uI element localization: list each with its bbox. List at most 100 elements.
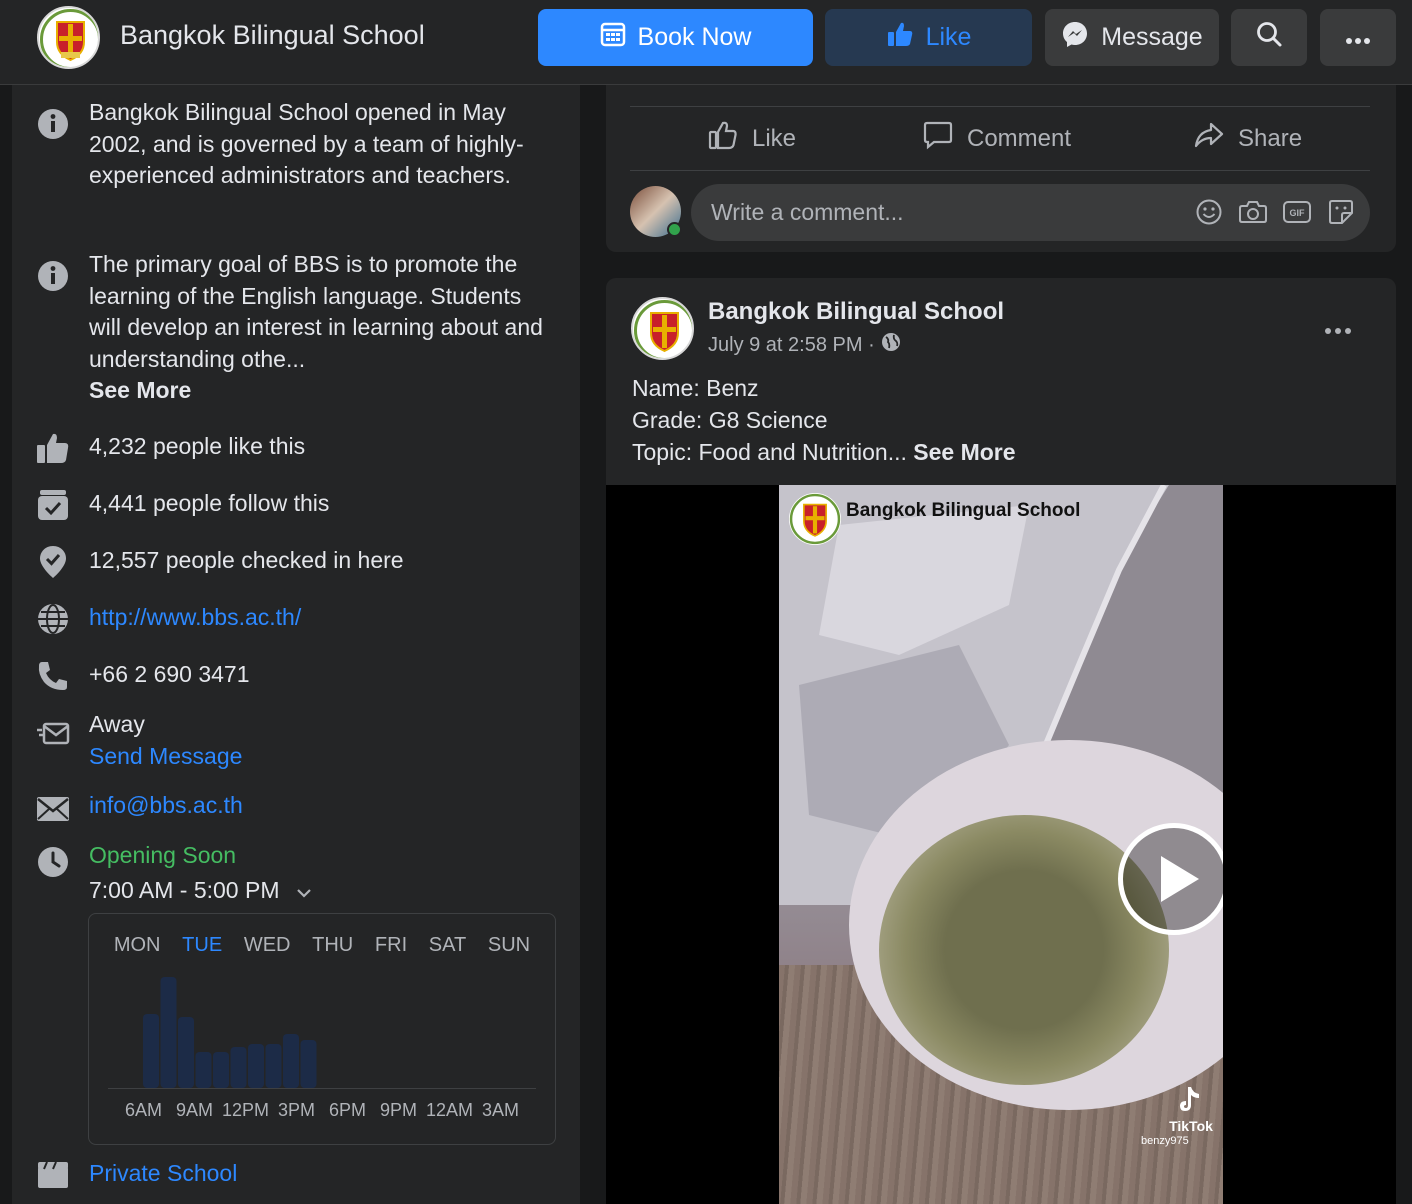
time-label: 3AM <box>481 1100 519 1120</box>
info-icon <box>36 259 70 293</box>
thumbs-up-outline-icon <box>708 120 738 157</box>
video-frame: Bangkok Bilingual School TikTok benzy975 <box>779 485 1223 1204</box>
comment-placeholder: Write a comment... <box>711 199 904 225</box>
see-more-link[interactable]: See More <box>89 377 191 403</box>
comment-bubble-icon <box>923 120 953 157</box>
watermark-logo <box>789 493 841 545</box>
post-line-with-more: Topic: Food and Nutrition... See More <box>632 436 1016 468</box>
location-check-icon <box>36 545 70 579</box>
hours-range: 7:00 AM - 5:00 PM <box>89 876 280 903</box>
info-icon <box>36 107 70 141</box>
checkins-count: 12,557 people checked in here <box>89 547 404 573</box>
emoji-icon[interactable] <box>1194 197 1224 227</box>
comment-input[interactable]: Write a comment... GIF <box>691 184 1370 241</box>
email-link[interactable]: info@bbs.ac.th <box>89 790 549 822</box>
post-author-avatar[interactable] <box>631 297 694 360</box>
see-more-link[interactable]: See More <box>913 439 1015 465</box>
tiktok-icon <box>1177 1087 1205 1118</box>
page-title[interactable]: Bangkok Bilingual School <box>120 20 425 51</box>
post-like-button[interactable]: Like <box>708 120 796 157</box>
thumbs-up-icon <box>886 20 914 55</box>
online-status-dot <box>667 222 682 237</box>
video-watermark-text: Bangkok Bilingual School <box>846 500 1081 521</box>
book-now-button[interactable]: Book Now <box>538 9 813 66</box>
camera-icon[interactable] <box>1238 197 1268 227</box>
popular-times-bar[interactable] <box>230 1047 247 1088</box>
thumbs-up-icon <box>36 431 70 465</box>
divider <box>630 106 1370 107</box>
description-text: Bangkok Bilingual School opened in May 2… <box>89 99 524 188</box>
search-button[interactable] <box>1231 9 1307 66</box>
previous-post-footer: Like Comment Share Write a comment... GI… <box>606 85 1396 252</box>
message-label: Message <box>1101 23 1203 51</box>
post-share-label: Share <box>1238 124 1303 152</box>
time-label: 12PM <box>221 1100 270 1120</box>
school-logo[interactable] <box>37 6 100 69</box>
popular-times-bar[interactable] <box>248 1044 264 1088</box>
category-link[interactable]: Private School <box>89 1158 549 1190</box>
fast-message-icon <box>36 717 70 751</box>
post-like-label: Like <box>752 124 797 152</box>
goal-text-block: The primary goal of BBS is to promote th… <box>89 249 549 407</box>
sticker-icon[interactable] <box>1326 197 1356 227</box>
like-page-label: Like <box>925 23 972 51</box>
popular-times-bar[interactable] <box>283 1034 299 1088</box>
post-line: Name: Benz <box>632 375 759 401</box>
divider <box>630 170 1370 171</box>
opening-status: Opening Soon <box>89 842 237 868</box>
post-options-button[interactable] <box>1324 310 1352 342</box>
post-comment-label: Comment <box>967 124 1072 152</box>
globe-icon <box>36 602 70 636</box>
post-line: Grade: G8 Science <box>632 407 828 433</box>
post-body: Name: Benz Grade: G8 Science Topic: Food… <box>632 372 1016 468</box>
popular-times-bar[interactable] <box>143 1014 159 1088</box>
tiktok-username: benzy975 <box>1141 1135 1189 1147</box>
page-header: Bangkok Bilingual School Book Now Like M… <box>0 0 1412 85</box>
time-label: 12AM <box>425 1100 474 1120</box>
message-button[interactable]: Message <box>1045 9 1219 66</box>
search-icon <box>1255 20 1283 55</box>
likes-count: 4,232 people like this <box>89 433 306 459</box>
comment-tools: GIF <box>1194 197 1356 227</box>
tiktok-label: TikTok <box>1169 1118 1213 1134</box>
popular-times-bar[interactable] <box>265 1044 282 1088</box>
ellipsis-icon <box>1345 23 1371 52</box>
follows-count: 4,441 people follow this <box>89 490 330 516</box>
popular-times-bar[interactable] <box>195 1052 212 1088</box>
chevron-down-icon <box>297 875 312 907</box>
popular-times-bar[interactable] <box>178 1017 194 1088</box>
clock-icon <box>36 845 70 879</box>
phone-number[interactable]: +66 2 690 3471 <box>89 659 549 691</box>
popular-times-bar[interactable] <box>160 977 177 1088</box>
video-player[interactable]: Bangkok Bilingual School TikTok benzy975 <box>606 485 1396 1204</box>
time-axis: 6AM 9AM 12PM 3PM 6PM 9PM 12AM 3AM <box>89 1100 555 1121</box>
about-card: Bangkok Bilingual School opened in May 2… <box>12 85 580 1204</box>
post-share-button[interactable]: Share <box>1194 120 1302 157</box>
popular-times-bar[interactable] <box>300 1040 317 1088</box>
follow-check-icon <box>36 488 70 522</box>
category-folder-icon <box>36 1158 70 1192</box>
envelope-icon <box>36 792 70 826</box>
more-options-button[interactable] <box>1320 9 1396 66</box>
book-now-label: Book Now <box>637 23 752 51</box>
messenger-icon <box>1061 20 1089 55</box>
post-line: Topic: Food and Nutrition... <box>632 439 907 465</box>
post-comment-button[interactable]: Comment <box>923 120 1071 157</box>
hours-toggle[interactable]: 7:00 AM - 5:00 PM <box>89 875 312 907</box>
time-label: 3PM <box>277 1100 315 1120</box>
chart-baseline <box>108 1088 536 1089</box>
gif-icon[interactable]: GIF <box>1282 197 1312 227</box>
hours-block: Opening Soon 7:00 AM - 5:00 PM <box>89 840 549 906</box>
time-label: 6PM <box>328 1100 366 1120</box>
globe-icon <box>881 332 901 358</box>
goal-text: The primary goal of BBS is to promote th… <box>89 251 543 372</box>
like-page-button[interactable]: Like <box>825 9 1032 66</box>
svg-text:GIF: GIF <box>1290 208 1306 218</box>
post-timestamp[interactable]: July 9 at 2:58 PM · <box>708 334 875 357</box>
post-author-name[interactable]: Bangkok Bilingual School <box>708 298 1004 326</box>
share-arrow-icon <box>1194 120 1224 157</box>
website-link[interactable]: http://www.bbs.ac.th/ <box>89 602 549 634</box>
play-button[interactable] <box>1118 823 1223 935</box>
send-message-link[interactable]: Send Message <box>89 743 242 769</box>
popular-times-bar[interactable] <box>213 1052 229 1088</box>
